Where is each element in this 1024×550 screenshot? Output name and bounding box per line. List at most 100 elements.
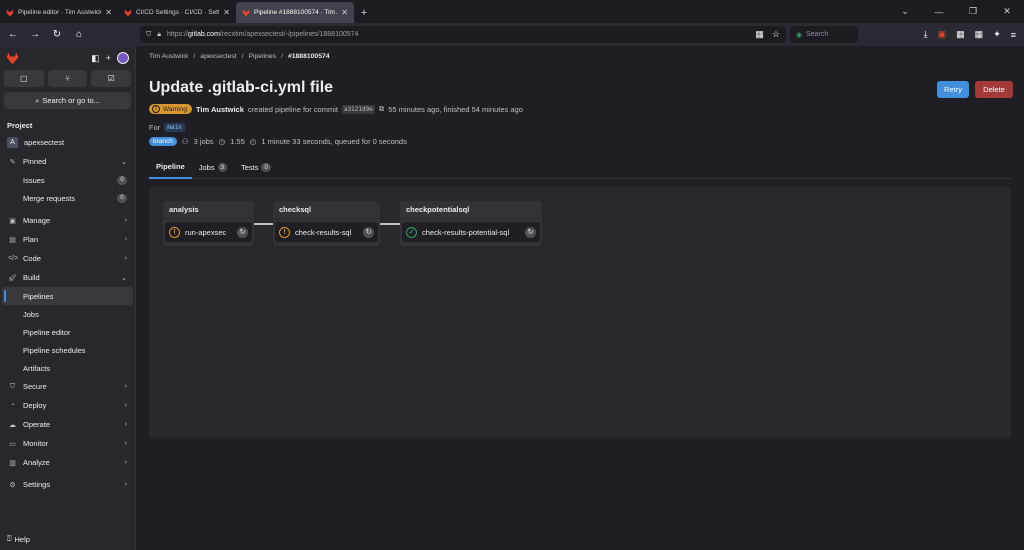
breadcrumb-item[interactable]: apexsectest: [200, 53, 236, 60]
close-icon[interactable]: ✕: [341, 8, 348, 17]
sidebar-item-secure[interactable]: ⛉ Secure ›: [0, 377, 135, 396]
grid-icon[interactable]: ▦: [755, 29, 764, 40]
forward-icon[interactable]: →: [26, 29, 44, 40]
sidebar-item-operate[interactable]: ☁ Operate ›: [0, 415, 135, 434]
download-icon[interactable]: ⤓: [924, 29, 928, 40]
browser-tab[interactable]: CI/CD Settings · CI/CD · Setting ✕: [118, 2, 236, 23]
sidebar-item-monitor[interactable]: ▭ Monitor ›: [0, 434, 135, 453]
search-icon: ⌕: [35, 95, 40, 105]
url-bar[interactable]: ⛉ 🔒︎ https://gitlab.com/recxtim/apexsect…: [140, 26, 786, 43]
sidebar-item-build[interactable]: 🚀︎ Build ⌄: [0, 268, 135, 287]
count-badge: 0: [261, 163, 271, 172]
close-icon[interactable]: ✕: [105, 8, 112, 17]
tab-tests[interactable]: Tests 0: [234, 156, 278, 179]
sidebar-item-manage[interactable]: ▣ Manage ›: [0, 211, 135, 230]
delete-button[interactable]: Delete: [975, 81, 1013, 98]
retry-icon[interactable]: ↻: [363, 226, 374, 238]
sidebar-item-pipeline-editor[interactable]: Pipeline editor: [0, 323, 135, 341]
retry-icon[interactable]: ↻: [525, 226, 536, 238]
sidebar-item-jobs[interactable]: Jobs: [0, 305, 135, 323]
sidebar-project[interactable]: A apexsectest: [0, 133, 135, 152]
extension-icon[interactable]: ▣: [938, 29, 947, 40]
count-badge: 0: [117, 193, 127, 203]
plus-icon[interactable]: +: [106, 53, 111, 63]
sidebar-item-issues[interactable]: Issues 0: [0, 171, 135, 189]
clock-icon: ◴: [249, 137, 257, 146]
chevron-right-icon: ›: [124, 481, 127, 488]
stage-name: checksql: [273, 201, 380, 219]
sidebar-item-pipeline-schedules[interactable]: Pipeline schedules: [0, 341, 135, 359]
lock-icon: 🔒︎: [157, 30, 161, 38]
browser-tab-active[interactable]: Pipeline #1888100574 · Tim Au ✕: [236, 2, 354, 23]
tab-pipeline[interactable]: Pipeline: [149, 156, 192, 179]
issues-button[interactable]: ▢: [4, 70, 44, 87]
tab-jobs[interactable]: Jobs 3: [192, 156, 234, 179]
minimize-icon[interactable]: —: [922, 7, 956, 17]
gitlab-tab-icon: [6, 8, 14, 17]
job-item[interactable]: ✓ check-results-potential-sql ↻: [402, 222, 540, 242]
stage-column: checkpotentialsql ✓ check-results-potent…: [400, 201, 542, 246]
sidebar-toggle-icon[interactable]: ◧: [91, 53, 100, 64]
bookmark-star-icon[interactable]: ☆: [772, 29, 780, 40]
search-button[interactable]: ⌕ Search or go to...: [4, 92, 131, 109]
sidebar-item-code[interactable]: </> Code ›: [0, 249, 135, 268]
sidebar-item-pinned[interactable]: ✎ Pinned ⌄: [0, 152, 135, 171]
avatar[interactable]: [117, 52, 129, 64]
reload-icon[interactable]: ↻: [48, 29, 66, 40]
breadcrumb-item[interactable]: Pipelines: [248, 53, 276, 60]
help-button[interactable]: ⍰ Help: [7, 534, 30, 544]
browser-search-input[interactable]: ◉ Search: [790, 26, 858, 43]
job-item[interactable]: ! run-apexsec ↻: [165, 222, 252, 242]
tab-list-icon[interactable]: ⌄: [888, 6, 922, 17]
sidebar-item-artifacts[interactable]: Artifacts: [0, 359, 135, 377]
stage-column: checksql ! check-results-sql ↻: [273, 201, 380, 246]
pipeline-meta: ! Warning Tim Austwick created pipeline …: [149, 104, 523, 114]
gitlab-logo-icon[interactable]: [6, 52, 19, 65]
browser-tab-bar: Pipeline editor · Tim Austwick / ✕ CI/CD…: [0, 0, 1024, 23]
sidebar-item-pipelines[interactable]: Pipelines: [2, 287, 133, 305]
chevron-right-icon: ›: [124, 236, 127, 243]
rocket-icon: 🚀︎: [8, 274, 17, 282]
breadcrumb-current[interactable]: #1888100574: [288, 53, 330, 60]
author-link[interactable]: Tim Austwick: [196, 105, 244, 114]
help-icon: ⍰: [7, 534, 12, 543]
copy-icon[interactable]: ⧉: [379, 104, 384, 114]
extension-icon[interactable]: ▦: [975, 29, 984, 40]
new-tab-button[interactable]: +: [354, 2, 374, 23]
extension-icon[interactable]: ▦: [956, 29, 965, 40]
sidebar-item-deploy[interactable]: ◔ Deploy ›: [0, 396, 135, 415]
extensions-puzzle-icon[interactable]: ✦: [993, 29, 1001, 40]
warning-status-icon: !: [279, 226, 290, 238]
browser-tab[interactable]: Pipeline editor · Tim Austwick / ✕: [0, 2, 118, 23]
breadcrumb-item[interactable]: Tim Austwick: [149, 53, 188, 60]
menu-icon[interactable]: ≡: [1011, 30, 1016, 40]
commit-sha[interactable]: a3121d9e: [341, 104, 375, 114]
stage-connector: [254, 223, 273, 225]
chevron-right-icon: ›: [124, 402, 127, 409]
merge-requests-button[interactable]: ⑂: [47, 70, 88, 87]
close-icon[interactable]: ✕: [223, 8, 230, 17]
window-controls: ⌄ — ❐ ✕: [888, 0, 1024, 23]
job-item[interactable]: ! check-results-sql ↻: [275, 222, 378, 242]
users-icon: ▣: [9, 217, 16, 225]
stage-name: checkpotentialsql: [400, 201, 542, 219]
sidebar-item-analyze[interactable]: ▥ Analyze ›: [0, 453, 135, 472]
retry-icon[interactable]: ↻: [237, 226, 248, 238]
restore-icon[interactable]: ❐: [956, 6, 990, 17]
back-icon[interactable]: ←: [4, 29, 22, 40]
cloud-icon: ☁: [9, 421, 16, 429]
status-badge[interactable]: ! Warning: [149, 104, 192, 114]
retry-button[interactable]: Retry: [937, 81, 969, 98]
count-badge: 0: [117, 175, 127, 185]
ref-link[interactable]: main: [164, 123, 185, 132]
sidebar-item-settings[interactable]: ⚙ Settings ›: [0, 475, 135, 494]
window-close-icon[interactable]: ✕: [990, 6, 1024, 17]
breadcrumb: Tim Austwick / apexsectest / Pipelines / #1…: [149, 53, 330, 60]
sidebar-item-plan[interactable]: ▤ Plan ›: [0, 230, 135, 249]
deploy-icon: ◔: [10, 402, 15, 409]
todos-button[interactable]: ☑: [91, 70, 132, 87]
sidebar-item-merge-requests[interactable]: Merge requests 0: [0, 189, 135, 207]
home-icon[interactable]: ⌂: [70, 29, 88, 40]
chevron-down-icon: ⌄: [121, 274, 127, 282]
pipeline-ref: For main: [149, 123, 185, 132]
